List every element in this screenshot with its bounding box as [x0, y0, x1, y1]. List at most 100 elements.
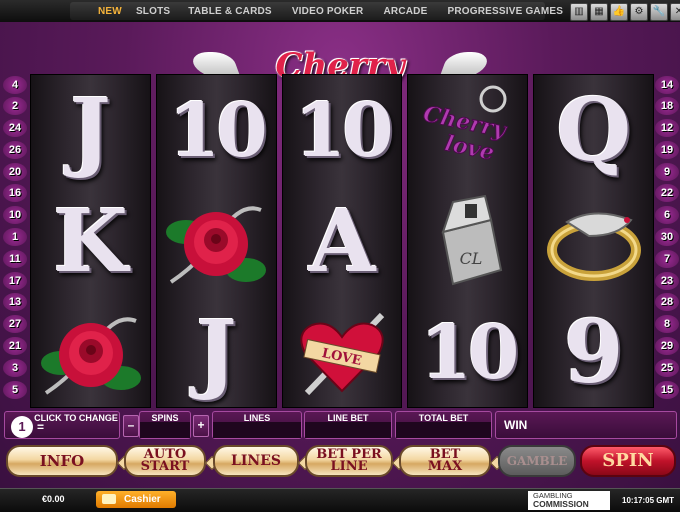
payline-indicator[interactable]: 19 — [655, 141, 679, 159]
close-icon[interactable]: ✕ — [670, 3, 680, 21]
symbol-j: J — [195, 301, 237, 403]
bet-per-line-button[interactable]: BET PER LINE — [305, 445, 393, 477]
wallet-icon — [102, 494, 116, 504]
symbol-a: A — [308, 190, 376, 292]
lighter-symbol: CL — [408, 186, 527, 297]
spin-label: SPIN — [602, 450, 654, 471]
payline-indicator[interactable]: 8 — [655, 315, 679, 333]
payline-indicator[interactable]: 29 — [655, 337, 679, 355]
lines-button[interactable]: LINES — [213, 445, 299, 477]
layout-4-icon[interactable]: ▦ — [590, 3, 608, 21]
payline-indicator[interactable]: 30 — [655, 228, 679, 246]
layout-1-icon[interactable]: ▥ — [570, 3, 588, 21]
payline-indicator[interactable]: 14 — [655, 76, 679, 94]
spins-minus-button[interactable]: – — [123, 415, 139, 437]
info-button[interactable]: INFO — [6, 445, 118, 477]
total-bet-field: TOTAL BET — [395, 411, 492, 439]
payline-indicator[interactable]: 1 — [3, 228, 27, 246]
gamble-button[interactable]: GAMBLE — [498, 445, 576, 477]
symbol-9: 9 — [563, 301, 624, 403]
payline-indicator[interactable]: 5 — [3, 381, 27, 399]
line-bet-field: LINE BET — [304, 411, 392, 439]
payline-indicator[interactable]: 6 — [655, 206, 679, 224]
line-bet-value — [305, 422, 391, 438]
cashier-label: Cashier — [124, 494, 161, 505]
love-heart-symbol: LOVE — [283, 297, 402, 408]
auto-start-button[interactable]: AUTO START — [124, 445, 206, 477]
rose-icon — [166, 205, 267, 284]
payline-indicator[interactable]: 12 — [655, 119, 679, 137]
payline-indicator[interactable]: 11 — [3, 250, 27, 268]
coin-equals: = — [37, 420, 45, 434]
reel-4: Cherry love CL 10 — [407, 74, 529, 408]
status-bar: €0.00 Cashier GAMBLING COMMISSION 10:17:… — [0, 488, 680, 512]
payline-indicator[interactable]: 22 — [655, 184, 679, 202]
spins-plus-button[interactable]: + — [193, 415, 209, 437]
lines-button-label: LINES — [231, 453, 281, 469]
top-menu-bar: NEW SLOTS TABLE & CARDS VIDEO POKER ARCA… — [0, 0, 680, 23]
payline-indicator[interactable]: 3 — [3, 359, 27, 377]
reel-area: J K 10 J 10 A LOVE Cherry love CL 10 Q 9 — [30, 74, 654, 408]
payline-indicator[interactable]: 13 — [3, 293, 27, 311]
symbol-10: 10 — [294, 87, 394, 174]
action-buttons-row: INFO AUTO START LINES BET PER LINE BET M… — [0, 441, 680, 481]
bet-max-label-2: MAX — [427, 459, 463, 474]
cherry-love-logo-symbol: Cherry love — [408, 75, 527, 186]
payline-indicator[interactable]: 21 — [3, 337, 27, 355]
nav-progressive-games[interactable]: PROGRESSIVE GAMES — [447, 6, 563, 17]
payline-indicator[interactable]: 27 — [3, 315, 27, 333]
payline-indicator[interactable]: 24 — [3, 119, 27, 137]
tools-icon[interactable]: 🔧 — [650, 3, 668, 21]
reel-3: 10 A LOVE — [281, 74, 403, 408]
coin-value[interactable]: 1 — [11, 416, 33, 438]
spin-button[interactable]: SPIN — [580, 445, 676, 477]
lines-field: LINES — [212, 411, 302, 439]
clock: 10:17:05 GMT — [622, 496, 675, 505]
symbol-j: J — [70, 79, 111, 181]
nav-new[interactable]: NEW — [98, 6, 122, 17]
payline-indicator[interactable]: 9 — [655, 163, 679, 181]
nav-arcade[interactable]: ARCADE — [383, 6, 427, 17]
gc-line-2: COMMISSION — [533, 499, 589, 509]
payline-indicator[interactable]: 15 — [655, 381, 679, 399]
window-tools: ▥ ▦ 👍 ⚙ 🔧 ✕ — [570, 3, 680, 21]
reel-5: Q 9 — [533, 74, 654, 408]
nav-slots[interactable]: SLOTS — [136, 6, 170, 17]
bet-info-row: CLICK TO CHANGE 1 = – SPINS + LINES LINE… — [0, 409, 680, 441]
rose-icon — [40, 316, 141, 395]
payline-indicator[interactable]: 28 — [655, 293, 679, 311]
symbol-10: 10 — [420, 309, 519, 396]
payline-indicator[interactable]: 4 — [3, 76, 27, 94]
payline-indicator[interactable]: 20 — [3, 163, 27, 181]
rose-symbol — [31, 297, 150, 408]
spins-value — [140, 422, 190, 438]
payline-indicator[interactable]: 26 — [3, 141, 27, 159]
heart-dagger-icon: LOVE — [300, 312, 385, 395]
coin-selector[interactable]: CLICK TO CHANGE 1 = — [4, 411, 120, 439]
reel-1: J K — [30, 74, 151, 408]
rose-symbol — [157, 186, 276, 297]
settings-icon[interactable]: ⚙ — [630, 3, 648, 21]
payline-indicator[interactable]: 17 — [3, 272, 27, 290]
payline-indicator[interactable]: 18 — [655, 97, 679, 115]
win-label: WIN — [504, 418, 528, 432]
bet-max-button[interactable]: BET MAX — [399, 445, 491, 477]
thumbs-up-icon[interactable]: 👍 — [610, 3, 628, 21]
total-bet-value — [396, 422, 491, 438]
payline-indicator[interactable]: 2 — [3, 97, 27, 115]
gambling-commission-badge[interactable]: GAMBLING COMMISSION — [528, 491, 610, 510]
ring-icon — [546, 211, 641, 281]
payline-indicator[interactable]: 23 — [655, 272, 679, 290]
payline-indicator[interactable]: 25 — [655, 359, 679, 377]
payline-indicator[interactable]: 16 — [3, 184, 27, 202]
symbol-k: K — [53, 190, 128, 292]
reel-2: 10 J — [155, 74, 277, 408]
payline-indicator[interactable]: 10 — [3, 206, 27, 224]
lines-value — [213, 422, 301, 438]
ring-symbol — [534, 186, 653, 297]
payline-indicator[interactable]: 7 — [655, 250, 679, 268]
cashier-button[interactable]: Cashier — [96, 491, 176, 508]
win-field: WIN — [495, 411, 677, 439]
nav-video-poker[interactable]: VIDEO POKER — [292, 6, 364, 17]
nav-table-cards[interactable]: TABLE & CARDS — [188, 6, 272, 17]
